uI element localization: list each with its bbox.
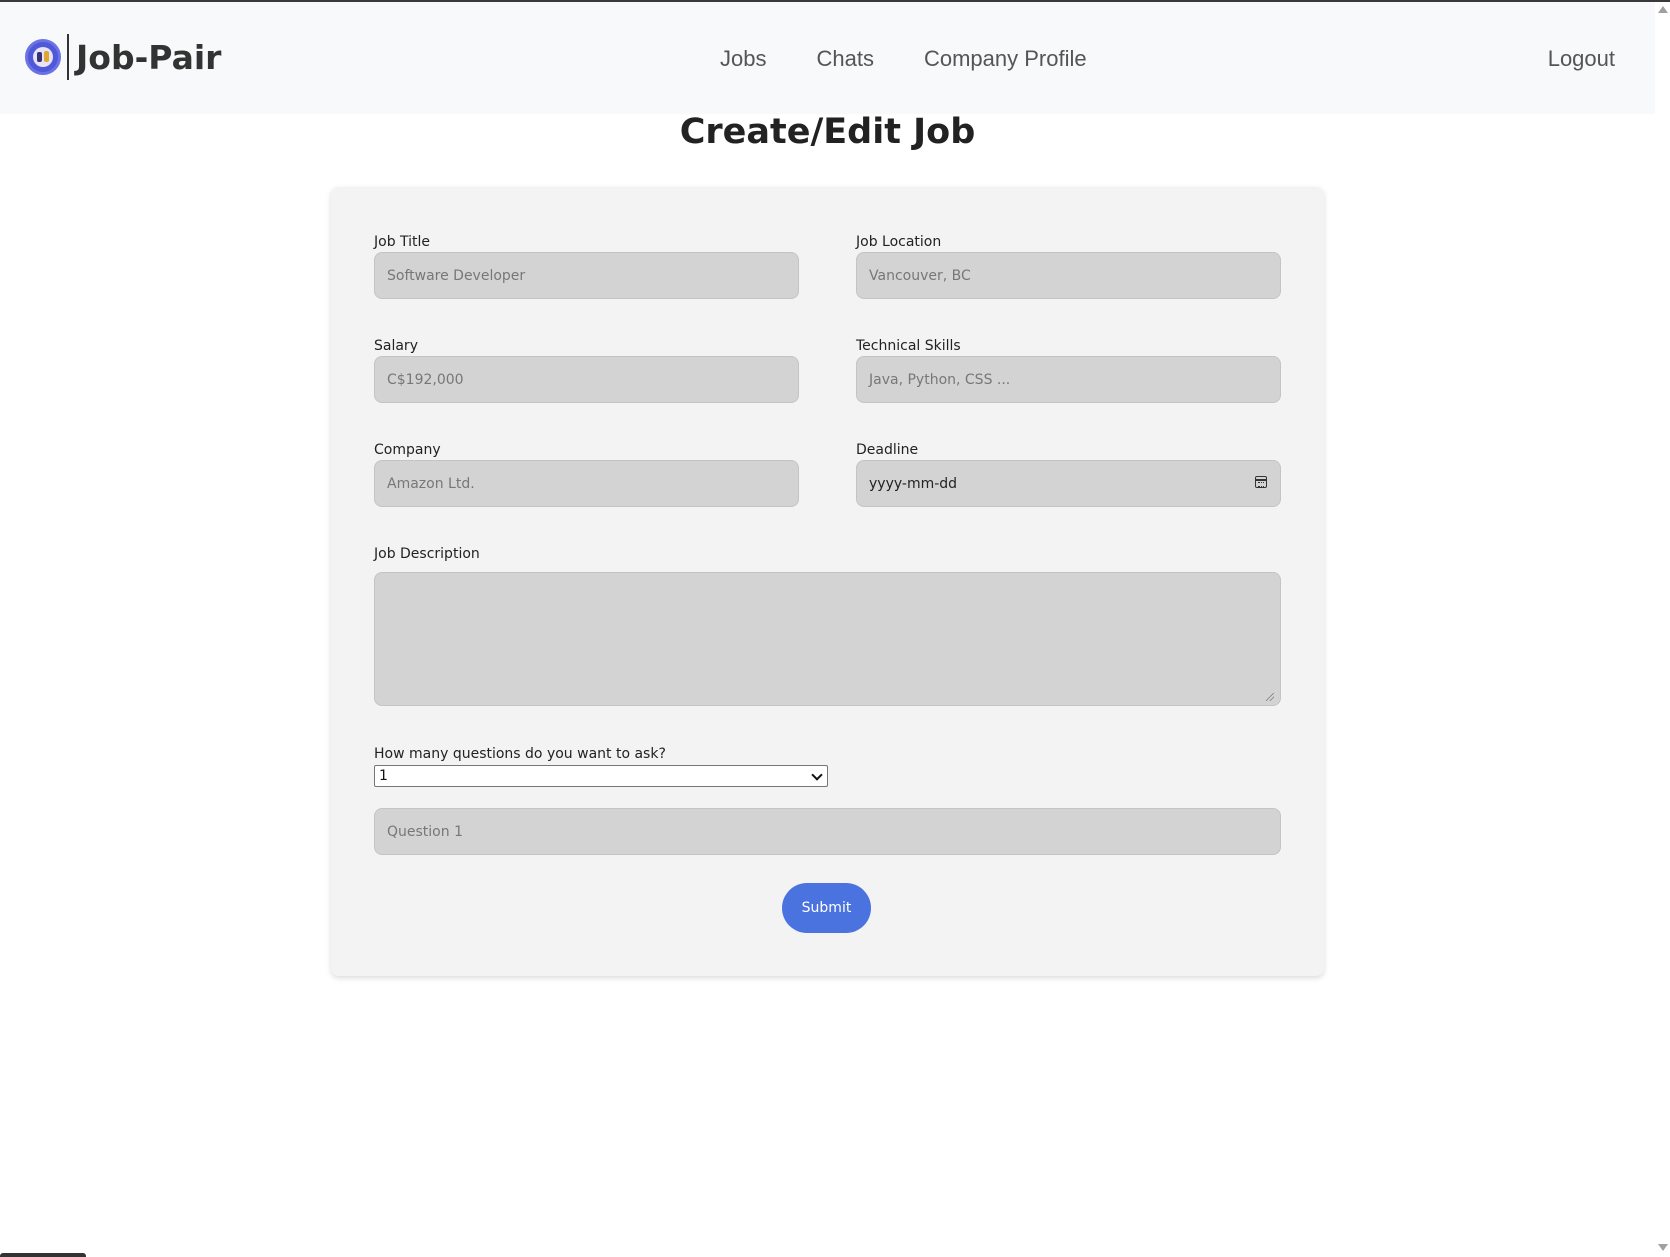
chevron-down-icon bbox=[811, 769, 823, 781]
page-title: Create/Edit Job bbox=[679, 112, 976, 152]
salary-label: Salary bbox=[374, 338, 418, 354]
scroll-up-arrow-icon[interactable] bbox=[1658, 6, 1668, 13]
job-location-label: Job Location bbox=[856, 234, 942, 250]
technical-skills-input[interactable]: Java, Python, CSS ... bbox=[856, 356, 1281, 403]
job-pair-logo-icon bbox=[25, 39, 61, 75]
nav-item-chats[interactable]: Chats bbox=[816, 46, 873, 72]
bottom-edge-tab bbox=[0, 1253, 86, 1257]
submit-button[interactable]: Submit bbox=[782, 883, 871, 933]
company-input[interactable]: Amazon Ltd. bbox=[374, 460, 799, 507]
question-count-selected-value: 1 bbox=[379, 768, 388, 784]
navbar: Job-Pair Jobs Chats Company Profile Logo… bbox=[0, 2, 1655, 114]
deadline-label: Deadline bbox=[856, 442, 919, 458]
job-title-input[interactable]: Software Developer bbox=[374, 252, 799, 299]
question-1-input[interactable]: Question 1 bbox=[374, 808, 1281, 855]
logout-link[interactable]: Logout bbox=[1548, 46, 1615, 72]
salary-input[interactable]: C$192,000 bbox=[374, 356, 799, 403]
job-description-textarea[interactable] bbox=[374, 572, 1281, 706]
question-count-select[interactable]: 1 bbox=[374, 765, 828, 787]
job-location-input[interactable]: Vancouver, BC bbox=[856, 252, 1281, 299]
scroll-down-arrow-icon[interactable] bbox=[1658, 1244, 1668, 1251]
brand-divider bbox=[67, 34, 69, 80]
brand[interactable]: Job-Pair bbox=[25, 34, 221, 80]
deadline-date-value: yyyy-mm-dd bbox=[869, 475, 958, 492]
nav-item-jobs[interactable]: Jobs bbox=[720, 46, 766, 72]
question-count-label: How many questions do you want to ask? bbox=[374, 746, 666, 762]
vertical-scrollbar[interactable] bbox=[1655, 2, 1670, 1257]
textarea-resize-grip-icon[interactable] bbox=[1266, 693, 1274, 701]
company-label: Company bbox=[374, 442, 441, 458]
deadline-date-input[interactable]: yyyy-mm-dd bbox=[856, 460, 1281, 507]
job-title-label: Job Title bbox=[374, 234, 431, 250]
calendar-icon[interactable] bbox=[1255, 476, 1267, 488]
technical-skills-label: Technical Skills bbox=[856, 338, 961, 354]
nav-links: Jobs Chats Company Profile bbox=[720, 46, 1137, 72]
nav-item-company-profile[interactable]: Company Profile bbox=[924, 46, 1087, 72]
job-description-label: Job Description bbox=[374, 546, 480, 562]
brand-name: Job-Pair bbox=[76, 37, 222, 77]
